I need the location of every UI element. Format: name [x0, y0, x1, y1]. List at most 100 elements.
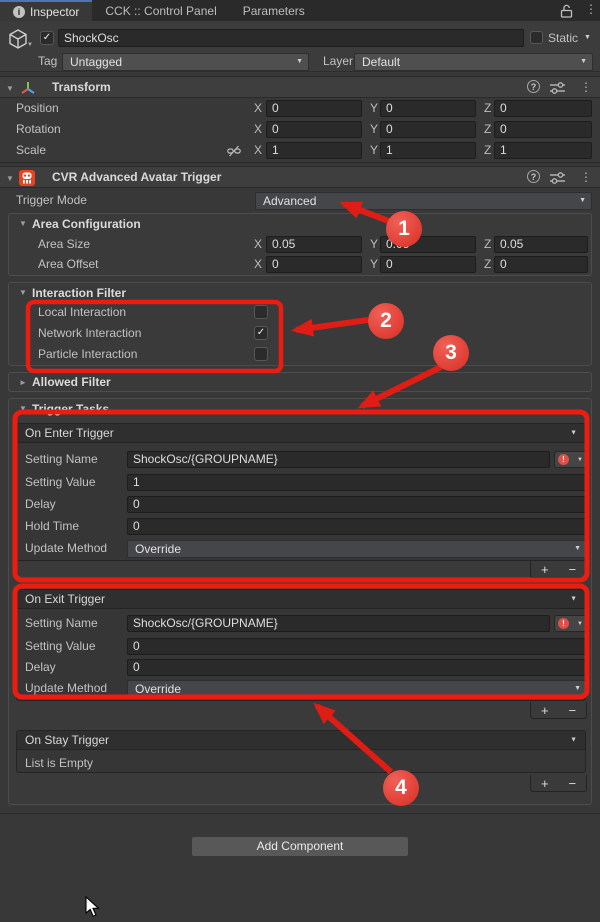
hold-time-field[interactable]: 0	[127, 518, 587, 535]
help-icon[interactable]: ?	[527, 80, 540, 93]
on-exit-list-footer: + −	[530, 702, 587, 719]
cvr-trigger-component-header[interactable]: ▼ CVR Advanced Avatar Trigger ? ⋮	[0, 166, 600, 188]
setting-name-field[interactable]: ShockOsc/{GROUPNAME}	[127, 615, 550, 632]
position-x-field[interactable]: 0	[266, 100, 362, 117]
remove-element-button[interactable]: −	[568, 562, 576, 577]
update-method-label: Update Method	[25, 540, 107, 557]
tab-cck-control-panel[interactable]: CCK :: Control Panel	[92, 0, 229, 21]
presets-icon[interactable]	[550, 172, 565, 184]
axis-z-label: Z	[484, 121, 491, 138]
error-icon: !	[558, 618, 569, 629]
scale-z-field[interactable]: 1	[494, 142, 592, 159]
foldout-open-icon[interactable]: ▼	[6, 84, 14, 93]
setting-name-error-dropdown[interactable]: ! ▼	[554, 615, 587, 632]
trigger-tasks-title[interactable]: Trigger Tasks	[32, 401, 109, 418]
delay-field[interactable]: 0	[127, 659, 587, 676]
area-offset-z-field[interactable]: 0	[494, 256, 588, 273]
delay-label: Delay	[25, 659, 56, 676]
setting-name-error-dropdown[interactable]: ! ▼	[554, 451, 587, 468]
allowed-filter-title[interactable]: Allowed Filter	[32, 374, 111, 391]
network-interaction-checkbox[interactable]: ✓	[254, 326, 268, 340]
tab-inspector[interactable]: i Inspector	[0, 0, 92, 21]
error-icon: !	[558, 454, 569, 465]
chevron-down-icon: ▼	[577, 457, 583, 463]
setting-name-label: Setting Name	[25, 451, 98, 468]
setting-value-label: Setting Value	[25, 474, 96, 491]
area-offset-y-field[interactable]: 0	[380, 256, 476, 273]
on-stay-trigger-header[interactable]: On Stay Trigger ▼	[17, 731, 585, 750]
on-exit-trigger-header[interactable]: On Exit Trigger ▼	[17, 590, 585, 609]
on-enter-list-footer: + −	[530, 561, 587, 578]
transform-component-header[interactable]: ▼ Transform ? ⋮	[0, 76, 600, 98]
setting-name-field[interactable]: ShockOsc/{GROUPNAME}	[127, 451, 550, 468]
area-size-x-field[interactable]: 0.05	[266, 236, 362, 253]
local-interaction-checkbox[interactable]	[254, 305, 268, 319]
position-z-field[interactable]: 0	[494, 100, 592, 117]
tab-parameters[interactable]: Parameters	[230, 0, 318, 21]
add-component-button[interactable]: Add Component	[191, 836, 409, 857]
info-icon: i	[13, 6, 25, 18]
rotation-label: Rotation	[16, 121, 61, 138]
tab-inspector-label: Inspector	[30, 3, 79, 21]
area-size-y-field[interactable]: 0.05	[380, 236, 476, 253]
kebab-menu-icon[interactable]: ⋮	[580, 170, 592, 184]
scale-y-field[interactable]: 1	[380, 142, 476, 159]
gameobject-name-input[interactable]: ShockOsc	[58, 29, 524, 47]
cvr-trigger-title: CVR Advanced Avatar Trigger	[52, 169, 221, 186]
setting-value-field[interactable]: 0	[127, 638, 587, 655]
axis-y-label: Y	[370, 121, 378, 138]
tag-label: Tag	[38, 53, 57, 70]
chevron-down-icon: ▼	[577, 621, 583, 627]
add-element-button[interactable]: +	[541, 776, 549, 791]
cube-dropdown-icon[interactable]: ▼	[27, 42, 33, 48]
axis-z-label: Z	[484, 236, 491, 253]
trigger-mode-value: Advanced	[263, 194, 316, 208]
chevron-down-icon[interactable]: ▼	[570, 590, 577, 609]
area-size-z-field[interactable]: 0.05	[494, 236, 588, 253]
update-method-value: Override	[135, 682, 181, 696]
update-method-dropdown[interactable]: Override ▼	[127, 540, 587, 558]
tab-parameters-label: Parameters	[243, 1, 305, 21]
kebab-menu-icon[interactable]: ⋮	[585, 2, 597, 16]
add-element-button[interactable]: +	[541, 562, 549, 577]
tag-dropdown[interactable]: Untagged ▼	[62, 53, 309, 71]
update-method-dropdown[interactable]: Override ▼	[127, 680, 587, 698]
scale-x-field[interactable]: 1	[266, 142, 362, 159]
rotation-x-field[interactable]: 0	[266, 121, 362, 138]
on-enter-trigger-header[interactable]: On Enter Trigger ▼	[17, 424, 585, 443]
on-stay-list-footer: + −	[530, 775, 587, 792]
foldout-open-icon[interactable]: ▼	[6, 174, 14, 183]
cube-icon[interactable]	[7, 28, 29, 50]
particle-interaction-checkbox[interactable]	[254, 347, 268, 361]
static-dropdown-icon[interactable]: ▼	[584, 34, 591, 41]
trigger-mode-dropdown[interactable]: Advanced ▼	[255, 192, 592, 210]
chevron-down-icon[interactable]: ▼	[570, 731, 577, 750]
kebab-menu-icon[interactable]: ⋮	[580, 80, 592, 94]
layer-dropdown[interactable]: Default ▼	[354, 53, 593, 71]
remove-element-button[interactable]: −	[568, 703, 576, 718]
add-element-button[interactable]: +	[541, 703, 549, 718]
chevron-down-icon[interactable]: ▼	[570, 424, 577, 443]
setting-value-field[interactable]: 1	[127, 474, 587, 491]
presets-icon[interactable]	[550, 82, 565, 94]
rotation-z-field[interactable]: 0	[494, 121, 592, 138]
gameobject-active-checkbox[interactable]: ✓	[40, 31, 54, 45]
link-broken-icon[interactable]	[227, 144, 241, 158]
axis-x-label: X	[254, 100, 262, 117]
area-offset-x-field[interactable]: 0	[266, 256, 362, 273]
rotation-y-field[interactable]: 0	[380, 121, 476, 138]
static-checkbox[interactable]	[530, 31, 543, 44]
area-configuration-title[interactable]: Area Configuration	[32, 216, 141, 233]
help-icon[interactable]: ?	[527, 170, 540, 183]
foldout-open-icon[interactable]: ▼	[19, 219, 27, 228]
foldout-open-icon[interactable]: ▼	[19, 288, 27, 297]
foldout-open-icon[interactable]: ▼	[19, 404, 27, 413]
foldout-closed-icon[interactable]: ►	[19, 378, 27, 387]
interaction-filter-title[interactable]: Interaction Filter	[32, 285, 126, 302]
delay-field[interactable]: 0	[127, 496, 587, 513]
transform-icon	[20, 80, 36, 96]
axis-z-label: Z	[484, 100, 491, 117]
unlock-icon[interactable]	[560, 4, 573, 18]
remove-element-button[interactable]: −	[568, 776, 576, 791]
position-y-field[interactable]: 0	[380, 100, 476, 117]
